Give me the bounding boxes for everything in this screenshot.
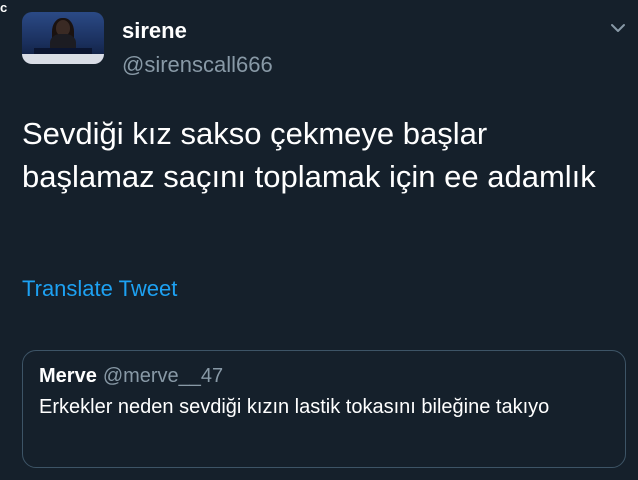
quoted-tweet-text: Erkekler neden sevdiği kızın lastik toka… [39,396,550,418]
translate-tweet-link[interactable]: Translate Tweet [22,276,177,302]
quoted-author-handle: @merve__47 [102,365,224,387]
quoted-author-name: Merve [39,365,97,387]
quoted-tweet-card[interactable]: Merve @merve__47 Erkekler neden sevdiği k… [22,350,626,468]
status-bar-fragment: c [0,0,8,15]
chevron-down-icon[interactable] [608,18,628,38]
quoted-tweet-header: Merve @merve__47 [39,363,609,389]
author-display-name[interactable]: sirene [122,18,187,44]
tweet-header: sirene @sirenscall666 [22,12,625,82]
author-handle[interactable]: @sirenscall666 [122,52,273,78]
tweet-text: Sevdiği kız sakso çekmeye başlar başlama… [22,116,596,194]
avatar[interactable] [22,12,104,64]
avatar-screen-bar [22,54,104,64]
